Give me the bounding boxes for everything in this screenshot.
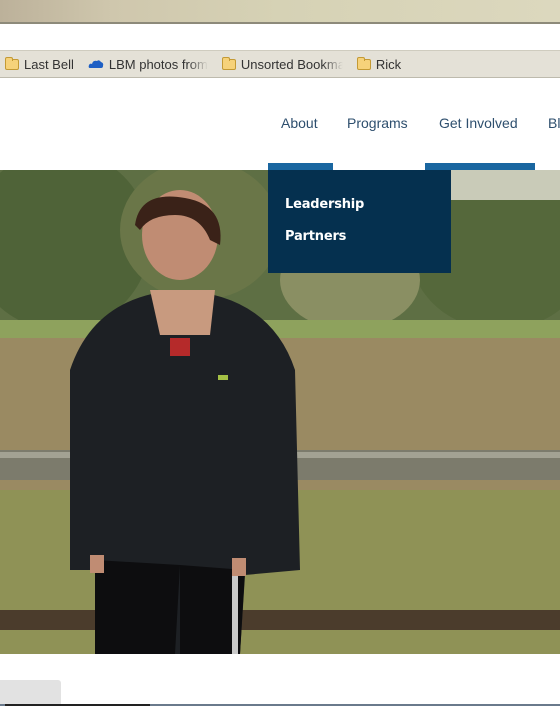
bottom-tab[interactable]: [0, 680, 61, 704]
bookmarks-bar: Last Bell LBM photos from Unsorted Bookm…: [0, 50, 560, 78]
dropdown-item-leadership[interactable]: Leadership: [285, 197, 451, 212]
bookmark-label: Unsorted Bookmarks: [240, 56, 343, 72]
nav-get-involved[interactable]: Get Involved: [439, 115, 518, 131]
folder-icon: [221, 56, 236, 70]
browser-title-bar: [0, 0, 560, 24]
page-content-area: [0, 654, 560, 706]
onedrive-cloud-icon: [88, 60, 104, 68]
nav-programs[interactable]: Programs: [347, 115, 408, 131]
bookmark-label: Last Bell: [24, 56, 74, 72]
bookmark-unsorted[interactable]: Unsorted Bookmarks: [221, 56, 343, 72]
get-involved-dropdown-menu: Leadership Partners: [268, 170, 451, 273]
bookmark-label: LBM photos from: [108, 56, 208, 72]
folder-icon: [5, 56, 19, 70]
nav-blog[interactable]: Bl: [548, 115, 560, 131]
bookmark-label: Rick: [375, 56, 402, 72]
folder-icon: [356, 56, 371, 70]
browser-toolbar: [0, 26, 560, 50]
fence-rail-bottom: [0, 610, 560, 630]
dropdown-item-partners[interactable]: Partners: [285, 229, 451, 244]
nav-about[interactable]: About: [281, 115, 318, 131]
bookmark-rick[interactable]: Rick: [356, 56, 402, 72]
bookmark-lbm-photos[interactable]: LBM photos from: [88, 57, 208, 72]
bookmark-last-bell[interactable]: Last Bell: [5, 56, 74, 72]
